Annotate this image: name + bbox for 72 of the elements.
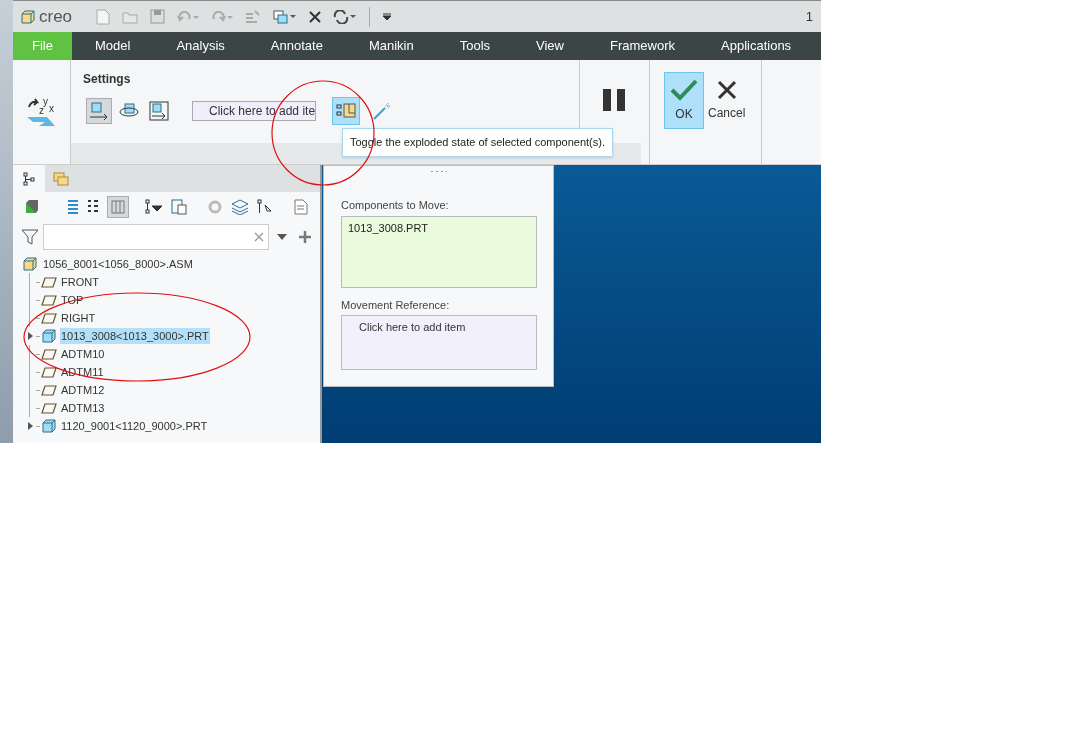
app-logo: creo	[39, 8, 73, 25]
filter-tree-icon[interactable]	[145, 199, 163, 215]
close-icon	[716, 79, 737, 100]
datum-plane-icon	[41, 276, 57, 288]
menu-tab[interactable]: Framework	[587, 32, 698, 60]
datum-plane-icon	[41, 402, 57, 414]
group-label: Settings	[82, 71, 132, 88]
datum-plane-icon	[41, 348, 57, 360]
datum-plane-icon	[41, 312, 57, 324]
part-icon	[42, 419, 56, 433]
menu-tab[interactable]: Applications	[698, 32, 815, 60]
filter-icon[interactable]	[21, 228, 39, 246]
menu-tab[interactable]: View	[513, 32, 587, 60]
checkmark-icon	[670, 78, 698, 101]
tree-item[interactable]: FRONT	[60, 273, 100, 291]
pause-icon[interactable]	[602, 89, 627, 111]
datum-plane-icon	[41, 366, 57, 378]
components-label: Components to Move:	[340, 198, 450, 213]
menu-tab[interactable]: Analysis	[153, 32, 248, 60]
datum-plane-icon	[41, 384, 57, 396]
expand-arrow-icon[interactable]	[26, 422, 33, 430]
model-tree-tab[interactable]	[13, 165, 45, 192]
title-text: 1	[805, 7, 813, 26]
table-icon[interactable]	[171, 199, 187, 215]
clear-icon[interactable]	[254, 232, 264, 242]
save-icon[interactable]	[150, 9, 166, 24]
search-field[interactable]	[43, 224, 269, 250]
movement-reference-label: Movement Reference:	[340, 297, 451, 313]
expand-arrow-icon[interactable]	[26, 332, 33, 340]
customize-dropdown-icon[interactable]	[382, 12, 393, 21]
dropdown-caret-icon[interactable]	[277, 234, 287, 240]
component-item[interactable]: 1013_3008.PRT	[348, 219, 530, 236]
move-icon[interactable]	[146, 98, 172, 124]
menu-tab[interactable]: Manikin	[345, 32, 437, 60]
tree-item[interactable]: ADTM13	[60, 399, 106, 417]
new-file-icon[interactable]	[96, 8, 111, 25]
folders-icon	[53, 171, 69, 186]
tree-item[interactable]: ADTM12	[60, 381, 106, 399]
menu-tab[interactable]: Annotate	[247, 32, 346, 60]
movement-reference-field[interactable]: Click here to add item	[341, 315, 537, 370]
tree-icon	[23, 171, 35, 186]
undo-icon[interactable]	[177, 10, 200, 23]
document-icon[interactable]	[294, 199, 308, 215]
tree-columns-button[interactable]	[107, 196, 129, 218]
display-style-icon[interactable]	[25, 200, 39, 214]
menu-tab[interactable]: Tools	[436, 32, 514, 60]
tree-item[interactable]: 1013_3008<1013_3000>.PRT	[60, 327, 210, 345]
drag-handle-icon[interactable]	[429, 170, 448, 173]
tree-pointer-icon[interactable]	[257, 199, 273, 215]
datum-plane-icon	[41, 294, 57, 306]
menu-tab[interactable]: Model	[72, 32, 154, 60]
tree-item[interactable]: 1120_9001<1120_9000>.PRT	[60, 417, 209, 435]
add-icon[interactable]	[299, 231, 311, 243]
collapse-list-icon[interactable]	[87, 199, 99, 215]
layers-icon[interactable]	[231, 199, 249, 215]
tree-item[interactable]: ADTM10	[60, 345, 106, 363]
components-list[interactable]: 1013_3008.PRT	[341, 215, 537, 288]
assembly-icon	[23, 257, 37, 271]
cancel-button[interactable]: Cancel	[708, 72, 746, 129]
tree-item[interactable]: 1056_8001<1056_8000>.ASM	[43, 255, 193, 273]
redo-icon[interactable]	[211, 10, 234, 23]
tree-item[interactable]: RIGHT	[60, 309, 97, 327]
reference-field[interactable]: Click here to add ite	[192, 101, 316, 121]
ok-button[interactable]: OK	[664, 72, 704, 129]
toggle-explode-button[interactable]	[332, 97, 360, 125]
switch-icon[interactable]	[333, 9, 358, 24]
translate-icon[interactable]	[86, 98, 112, 124]
logo-icon	[21, 9, 35, 24]
windows-icon[interactable]	[273, 9, 298, 24]
close-window-icon[interactable]	[309, 10, 322, 23]
part-icon	[42, 329, 56, 343]
wand-icon[interactable]	[372, 101, 392, 121]
